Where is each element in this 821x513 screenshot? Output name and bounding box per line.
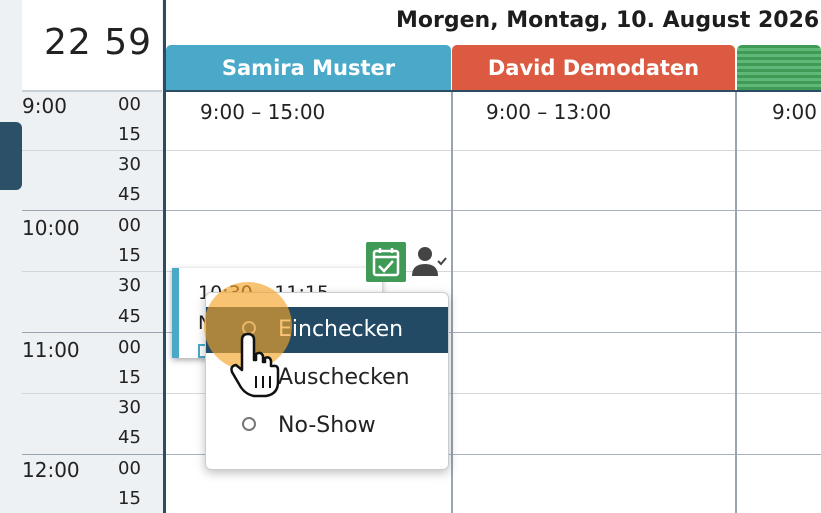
date-header: Morgen, Montag, 10. August 2026: [396, 8, 820, 33]
staff-column-header-david[interactable]: David Demodaten: [452, 45, 735, 90]
menu-item-no-show[interactable]: No-Show: [206, 403, 448, 449]
hour-label-12: 12:00: [22, 458, 80, 482]
shift-hours-samira: 9:00 – 15:00: [200, 100, 326, 124]
radio-icon: [242, 417, 256, 431]
column-divider: [735, 92, 737, 513]
clock-text: 22 59: [44, 22, 153, 63]
minute-label: 45: [118, 184, 141, 205]
minute-label: 00: [118, 337, 141, 358]
staff-column-header-third[interactable]: [737, 45, 821, 90]
minute-label: 00: [118, 458, 141, 479]
minute-label: 00: [118, 215, 141, 236]
hand-pointer-icon: [226, 330, 286, 400]
shift-hours-third: 9:00: [772, 100, 817, 124]
current-time-clock: 22 59: [22, 0, 162, 92]
hour-label-9: 9:00: [22, 94, 67, 118]
hour-divider: [22, 454, 163, 455]
minute-label: 30: [118, 154, 141, 175]
header-divider: [166, 90, 821, 92]
hour-label-10: 10:00: [22, 216, 80, 240]
minute-label: 15: [118, 124, 141, 145]
staff-column-header-samira[interactable]: Samira Muster: [166, 45, 451, 90]
appointment-color-stripe: [172, 268, 179, 358]
minute-label: 30: [118, 397, 141, 418]
row-divider: [22, 393, 163, 394]
shift-hours-david: 9:00 – 13:00: [486, 100, 612, 124]
minute-label: 15: [118, 488, 141, 509]
menu-item-label: Einchecken: [278, 317, 404, 342]
hour-divider: [22, 210, 163, 211]
row-divider: [22, 150, 163, 151]
grid-hour-line: [166, 210, 821, 211]
minute-label: 15: [118, 367, 141, 388]
menu-item-label: No-Show: [278, 413, 376, 438]
side-panel-tab[interactable]: [0, 122, 22, 190]
row-divider: [22, 271, 163, 272]
minute-label: 30: [118, 275, 141, 296]
minute-label: 15: [118, 245, 141, 266]
hour-divider: [22, 332, 163, 333]
column-divider: [451, 92, 453, 513]
grid-line: [166, 150, 821, 151]
minute-label: 45: [118, 427, 141, 448]
hour-label-11: 11:00: [22, 338, 80, 362]
menu-item-label: Auschecken: [278, 365, 410, 390]
person-check-icon[interactable]: [408, 244, 448, 280]
minute-label: 00: [118, 94, 141, 115]
minute-label: 45: [118, 306, 141, 327]
calendar-check-icon[interactable]: [366, 242, 406, 282]
